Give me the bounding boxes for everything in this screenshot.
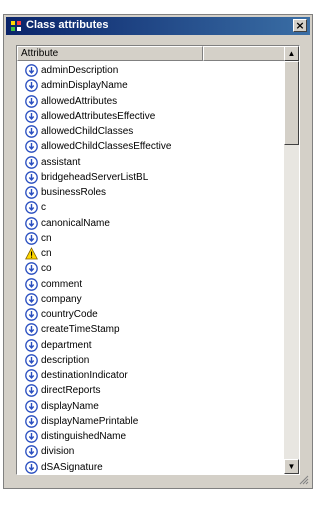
list-item-label: cn xyxy=(41,248,52,259)
attribute-icon xyxy=(25,170,38,184)
list-item-label: dSASignature xyxy=(41,461,103,473)
attribute-icon xyxy=(25,155,38,169)
attribute-icon xyxy=(25,445,38,459)
list-item[interactable]: directReports xyxy=(17,383,285,398)
list-item-label: cn xyxy=(41,232,52,244)
class-attributes-dialog: Class attributes × Attribute adminDescri… xyxy=(3,14,313,489)
attribute-icon xyxy=(25,430,38,443)
list-item[interactable]: assistant xyxy=(17,155,285,170)
attribute-icon xyxy=(25,140,38,154)
list-item[interactable]: displayName xyxy=(17,399,285,414)
attribute-icon xyxy=(25,323,38,337)
list-item-label: allowedChildClassesEffective xyxy=(41,141,172,153)
list-item-label: createTimeStamp xyxy=(41,324,120,336)
attribute-icon xyxy=(25,369,38,382)
attribute-icon xyxy=(25,384,38,398)
list-item[interactable]: bridgeheadServerListBL xyxy=(17,170,285,185)
list-item[interactable]: allowedAttributesEffective xyxy=(17,109,285,124)
list-item-label: displayNamePrintable xyxy=(41,415,139,427)
list-item-label: distinguishedName xyxy=(41,431,127,442)
scroll-down-button[interactable]: ▼ xyxy=(284,459,299,474)
attribute-icon xyxy=(25,262,38,276)
list-item[interactable]: department xyxy=(17,338,285,353)
list-item[interactable]: canonicalName xyxy=(17,216,285,231)
close-button[interactable]: × xyxy=(293,19,307,32)
attribute-icon xyxy=(25,216,38,230)
attribute-icon xyxy=(25,338,38,352)
list-item-label: allowedAttributesEffective xyxy=(41,110,156,122)
list-item[interactable]: cn xyxy=(17,231,285,246)
column-header-blank[interactable] xyxy=(203,46,285,61)
attribute-icon xyxy=(25,460,38,474)
attribute-items: adminDescription adminDisplayName allowedA… xyxy=(17,63,285,475)
list-item[interactable]: co xyxy=(17,261,285,276)
attribute-icon xyxy=(25,414,38,428)
warning-icon xyxy=(25,247,38,260)
list-item[interactable]: division xyxy=(17,444,285,459)
list-item-label: allowedChildClasses xyxy=(41,126,134,137)
list-item-label: company xyxy=(41,293,82,305)
title-bar[interactable]: Class attributes × xyxy=(6,17,310,35)
scroll-up-button[interactable]: ▲ xyxy=(284,46,299,61)
attribute-icon xyxy=(25,109,38,123)
list-item[interactable]: cn xyxy=(17,246,285,261)
column-header-attribute[interactable]: Attribute xyxy=(17,46,203,61)
scroll-thumb[interactable] xyxy=(284,61,299,145)
list-item[interactable]: displayNamePrintable xyxy=(17,414,285,429)
list-item-label: division xyxy=(41,446,75,458)
attribute-icon xyxy=(25,186,38,199)
list-item[interactable]: adminDisplayName xyxy=(17,78,285,93)
attribute-icon xyxy=(25,231,38,245)
list-item[interactable]: allowedChildClassesEffective xyxy=(17,139,285,154)
list-item-label: adminDescription xyxy=(41,65,119,76)
list-item-label: c xyxy=(41,202,46,214)
resize-grip-icon[interactable] xyxy=(299,475,309,485)
list-item[interactable]: comment xyxy=(17,277,285,292)
attribute-list[interactable]: Attribute adminDescription adminDisplayNa… xyxy=(16,45,300,475)
attribute-icon xyxy=(25,308,38,321)
list-item[interactable]: adminDescription xyxy=(17,63,285,78)
attribute-icon xyxy=(25,125,38,138)
list-item-label: canonicalName xyxy=(41,217,110,229)
list-item[interactable]: c xyxy=(17,200,285,215)
list-item-label: directReports xyxy=(41,385,101,397)
attribute-icon xyxy=(25,64,38,77)
list-item[interactable]: businessRoles xyxy=(17,185,285,200)
list-item[interactable]: distinguishedName xyxy=(17,429,285,444)
list-item-label: allowedAttributes xyxy=(41,95,118,107)
attribute-icon xyxy=(25,94,38,108)
list-item[interactable]: company xyxy=(17,292,285,307)
class-icon xyxy=(11,21,21,31)
list-item[interactable]: allowedAttributes xyxy=(17,94,285,109)
list-item[interactable]: allowedChildClasses xyxy=(17,124,285,139)
list-item[interactable]: dSASignature xyxy=(17,460,285,475)
list-item-label: bridgeheadServerListBL xyxy=(41,171,149,183)
list-item-label: description xyxy=(41,354,90,366)
attribute-icon xyxy=(25,292,38,306)
list-item-label: assistant xyxy=(41,156,81,168)
list-item-label: department xyxy=(41,339,92,351)
attribute-icon xyxy=(25,399,38,413)
attribute-icon xyxy=(25,277,38,291)
list-item[interactable]: destinationIndicator xyxy=(17,368,285,383)
list-item[interactable]: countryCode xyxy=(17,307,285,322)
list-item-label: comment xyxy=(41,278,83,290)
list-item-label: businessRoles xyxy=(41,187,107,198)
attribute-icon xyxy=(25,79,38,93)
attribute-icon xyxy=(25,201,38,215)
list-item[interactable]: createTimeStamp xyxy=(17,322,285,337)
vertical-scrollbar[interactable]: ▲ ▼ xyxy=(284,46,299,474)
window-title: Class attributes xyxy=(26,19,109,31)
list-item-label: displayName xyxy=(41,400,99,412)
list-item-label: adminDisplayName xyxy=(41,80,128,92)
list-item[interactable]: description xyxy=(17,353,285,368)
list-item-label: countryCode xyxy=(41,309,98,320)
list-item-label: co xyxy=(41,263,52,275)
attribute-icon xyxy=(25,353,38,367)
list-item-label: destinationIndicator xyxy=(41,370,128,381)
